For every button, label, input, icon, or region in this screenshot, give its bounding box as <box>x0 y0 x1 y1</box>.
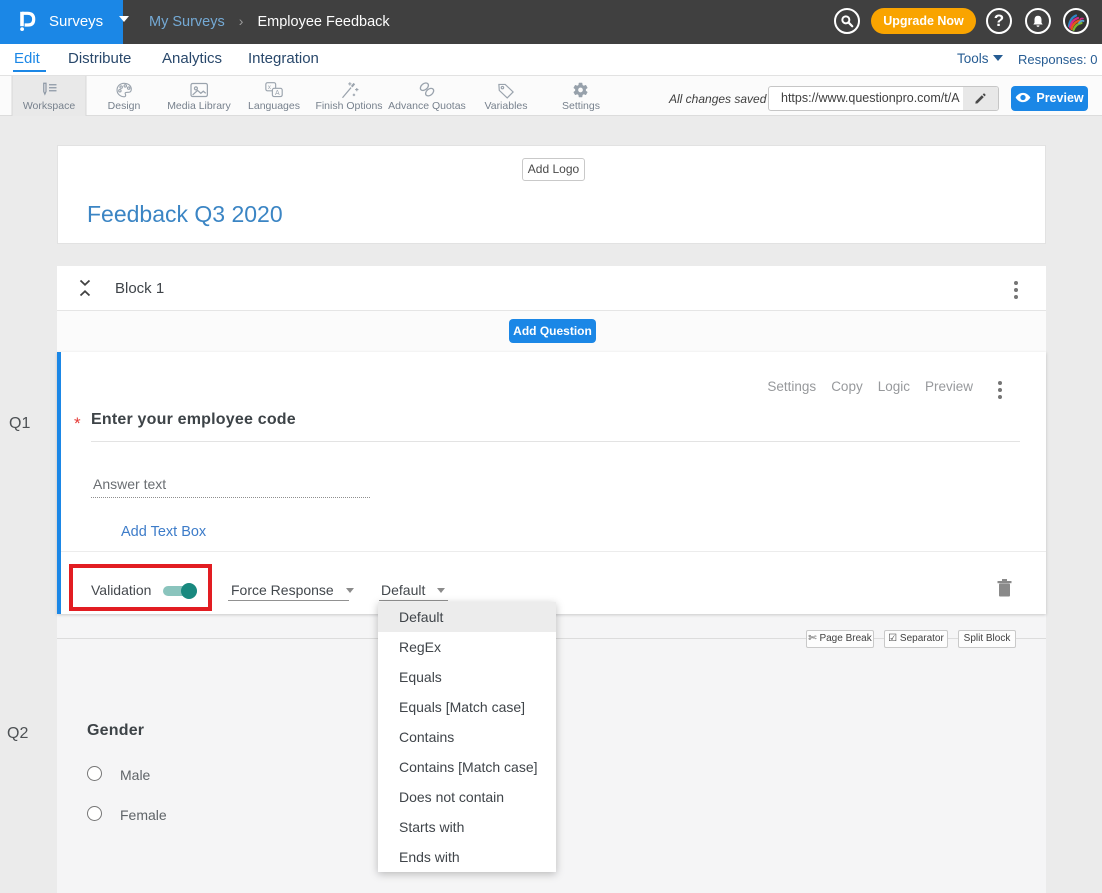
svg-text:x: x <box>268 84 271 91</box>
svg-text:A: A <box>275 90 280 97</box>
